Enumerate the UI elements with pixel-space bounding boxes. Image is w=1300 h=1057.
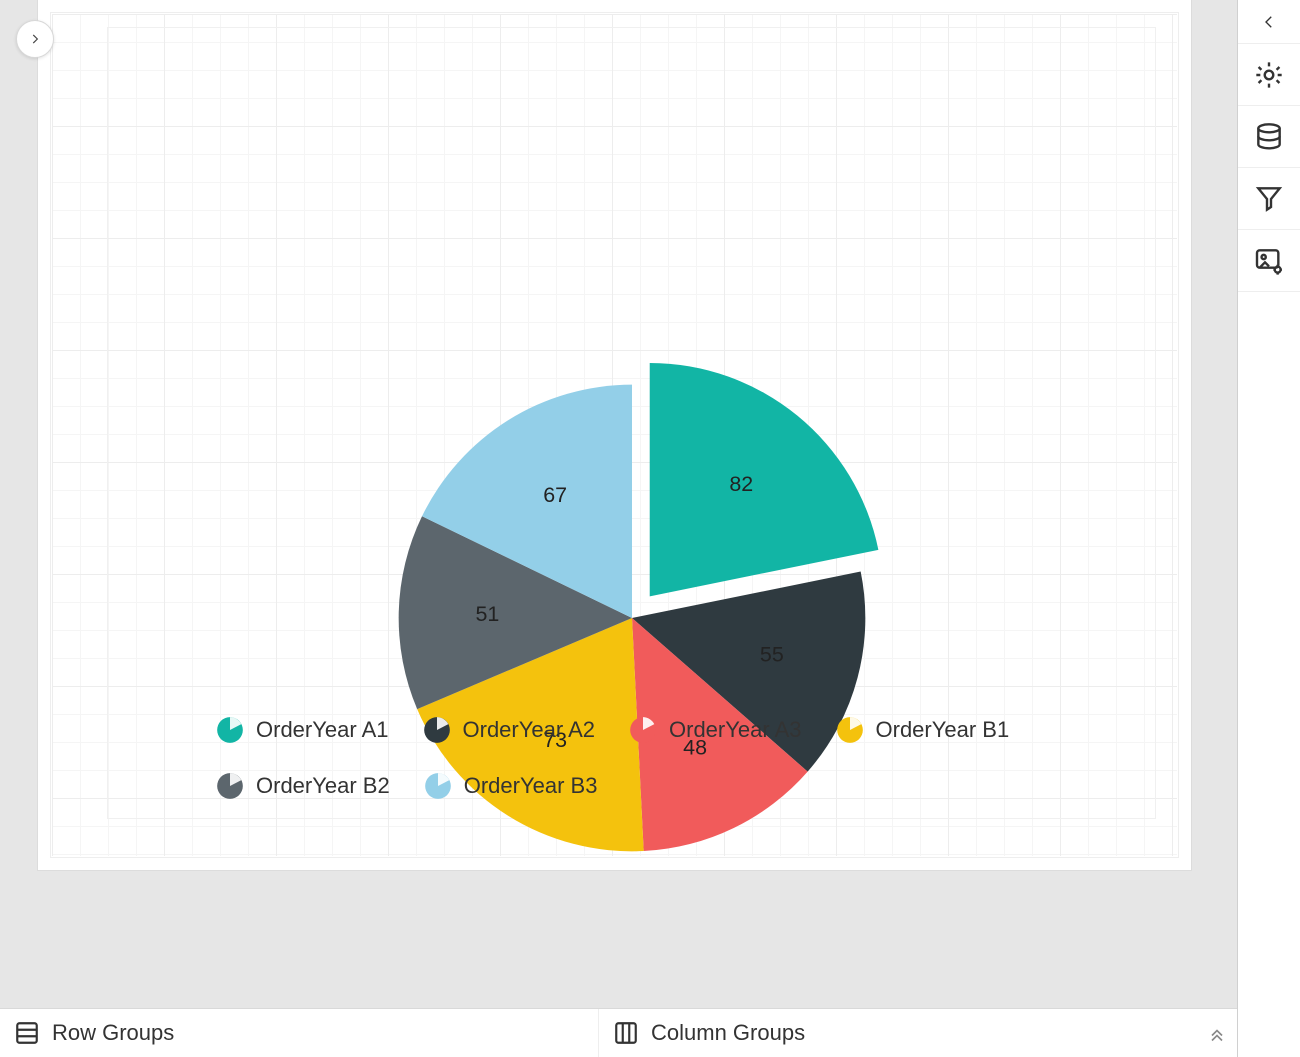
- groups-collapse-toggle[interactable]: [1197, 1023, 1237, 1043]
- settings-button[interactable]: [1238, 44, 1300, 106]
- pie-svg: 825548735167: [352, 338, 912, 898]
- groups-bar: Row Groups Column Groups: [0, 1008, 1237, 1057]
- funnel-icon: [1253, 183, 1285, 215]
- legend-pie-icon: [629, 716, 657, 744]
- chart-legend: OrderYear A1 OrderYear A2 OrderYear A3 Orde…: [216, 716, 1095, 800]
- right-toolbar: [1238, 0, 1300, 1057]
- legend-item[interactable]: OrderYear B2: [216, 772, 390, 800]
- legend-pie-icon: [424, 772, 452, 800]
- row-groups-icon: [14, 1020, 40, 1046]
- chevron-left-icon: [1260, 13, 1278, 31]
- slice-value-label: 82: [729, 472, 753, 496]
- column-groups-section[interactable]: Column Groups: [598, 1009, 1197, 1057]
- legend-item[interactable]: OrderYear A2: [423, 716, 596, 744]
- legend-label: OrderYear A1: [256, 717, 389, 743]
- gear-icon: [1253, 59, 1285, 91]
- collapse-rail-button[interactable]: [1238, 0, 1300, 44]
- slice-value-label: 55: [759, 643, 783, 667]
- row-groups-label: Row Groups: [52, 1020, 174, 1046]
- data-button[interactable]: [1238, 106, 1300, 168]
- legend-label: OrderYear A3: [669, 717, 802, 743]
- chevron-right-icon: [28, 32, 42, 46]
- legend-label: OrderYear A2: [463, 717, 596, 743]
- expand-panel-button[interactable]: [16, 20, 54, 58]
- left-pane: 825548735167 OrderYear A1OrderYear A2Ord…: [0, 0, 1238, 1057]
- column-groups-label: Column Groups: [651, 1020, 805, 1046]
- report-page[interactable]: 825548735167 OrderYear A1OrderYear A2Ord…: [38, 0, 1191, 870]
- pie-slice[interactable]: [649, 363, 878, 596]
- chart-region[interactable]: 825548735167 OrderYear A1OrderYear A2Ord…: [108, 28, 1155, 818]
- legend-item[interactable]: OrderYear A3: [629, 716, 802, 744]
- legend-label: OrderYear B2: [256, 773, 390, 799]
- design-canvas[interactable]: 825548735167 OrderYear A1OrderYear A2Ord…: [0, 0, 1237, 1008]
- image-gear-icon: [1253, 245, 1285, 277]
- legend-item[interactable]: OrderYear B3: [424, 772, 598, 800]
- legend-pie-icon: [423, 716, 451, 744]
- row-groups-section[interactable]: Row Groups: [0, 1009, 598, 1057]
- slice-value-label: 51: [475, 602, 499, 626]
- legend-label: OrderYear B3: [464, 773, 598, 799]
- column-groups-icon: [613, 1020, 639, 1046]
- filter-button[interactable]: [1238, 168, 1300, 230]
- database-icon: [1253, 121, 1285, 153]
- legend-pie-icon: [836, 716, 864, 744]
- image-settings-button[interactable]: [1238, 230, 1300, 292]
- pie-chart[interactable]: 825548735167: [352, 338, 912, 898]
- legend-item[interactable]: OrderYear A1: [216, 716, 389, 744]
- legend-pie-icon: [216, 772, 244, 800]
- legend-pie-icon: [216, 716, 244, 744]
- app-root: 825548735167 OrderYear A1OrderYear A2Ord…: [0, 0, 1300, 1057]
- legend-item[interactable]: OrderYear B1: [836, 716, 1010, 744]
- slice-value-label: 67: [543, 483, 567, 507]
- chevrons-up-icon: [1207, 1023, 1227, 1043]
- legend-label: OrderYear B1: [876, 717, 1010, 743]
